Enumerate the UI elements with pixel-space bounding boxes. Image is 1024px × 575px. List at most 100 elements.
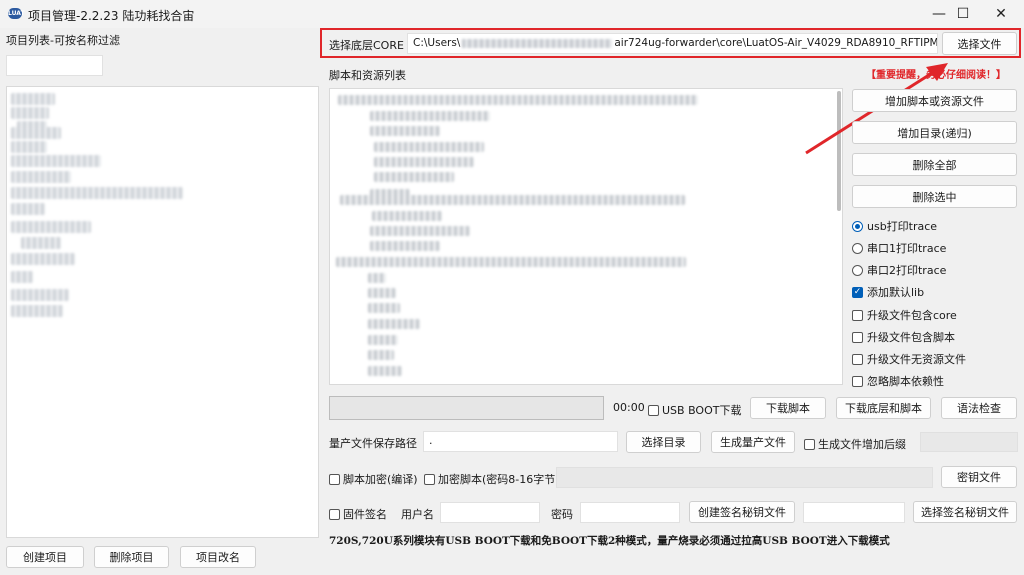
- list-item[interactable]: [11, 253, 75, 265]
- list-item[interactable]: [11, 93, 55, 105]
- create-sign-key-button[interactable]: 创建签名秘钥文件: [689, 501, 795, 523]
- download-script-button[interactable]: 下载脚本: [750, 397, 826, 419]
- checkbox-icon[interactable]: [648, 404, 659, 416]
- checkbox-icon[interactable]: [804, 438, 815, 450]
- radio-icon[interactable]: [852, 264, 863, 276]
- delete-project-button[interactable]: 删除项目: [94, 546, 169, 568]
- no-resource-checkbox[interactable]: 升级文件无资源文件: [852, 351, 966, 367]
- sign-key-path-input[interactable]: [803, 502, 905, 523]
- checkbox-icon[interactable]: [329, 508, 340, 520]
- checkbox-icon[interactable]: [852, 375, 863, 387]
- encrypt-with-key-checkbox[interactable]: 加密脚本(密码8-16字节): [424, 471, 560, 487]
- list-item[interactable]: [374, 142, 484, 152]
- list-item[interactable]: [11, 187, 183, 199]
- include-core-checkbox[interactable]: 升级文件包含core: [852, 307, 957, 323]
- list-item[interactable]: [370, 241, 440, 251]
- ignore-deps-checkbox[interactable]: 忽略脚本依赖性: [852, 373, 944, 389]
- list-item[interactable]: [368, 303, 400, 313]
- core-path-input[interactable]: C:\Users\ air724ug-forwarder\core\LuatOS-…: [407, 33, 938, 54]
- script-encrypt-checkbox[interactable]: 脚本加密(编译): [329, 471, 418, 487]
- list-item[interactable]: [368, 319, 420, 329]
- list-item[interactable]: [11, 155, 101, 167]
- list-item[interactable]: [11, 203, 45, 215]
- checkmark-icon[interactable]: ✓: [852, 286, 863, 298]
- add-default-lib-checkbox[interactable]: ✓ 添加默认lib: [852, 284, 924, 300]
- list-item[interactable]: [372, 211, 442, 221]
- usb-boot-label: USB BOOT下载: [662, 404, 742, 417]
- username-input[interactable]: [440, 502, 540, 523]
- list-item[interactable]: [370, 226, 470, 236]
- rename-project-button[interactable]: 项目改名: [180, 546, 256, 568]
- list-item[interactable]: [21, 237, 61, 249]
- project-filter-input[interactable]: [6, 55, 103, 76]
- list-item[interactable]: [374, 172, 454, 182]
- uart1-trace-radio[interactable]: 串口1打印trace: [852, 240, 946, 256]
- select-sign-key-button[interactable]: 选择签名秘钥文件: [913, 501, 1017, 523]
- delete-all-button[interactable]: 删除全部: [852, 153, 1017, 176]
- add-suffix-checkbox[interactable]: 生成文件增加后缀: [804, 436, 906, 452]
- password-label: 密码: [551, 508, 573, 521]
- list-item[interactable]: [368, 350, 394, 360]
- checkbox-icon[interactable]: [329, 473, 340, 485]
- generate-mass-file-button[interactable]: 生成量产文件: [711, 431, 795, 453]
- checkbox-icon[interactable]: [852, 353, 863, 365]
- uart2-trace-radio[interactable]: 串口2打印trace: [852, 262, 946, 278]
- select-core-file-button[interactable]: 选择文件: [942, 32, 1017, 55]
- syntax-check-button[interactable]: 语法检查: [941, 397, 1017, 419]
- usb-boot-checkbox[interactable]: USB BOOT下载: [648, 402, 741, 418]
- suffix-input[interactable]: [920, 432, 1018, 452]
- list-item[interactable]: [368, 366, 402, 376]
- usb-trace-radio[interactable]: usb打印trace: [852, 218, 937, 234]
- download-core-script-button[interactable]: 下载底层和脚本: [836, 397, 931, 419]
- scripts-list[interactable]: [329, 88, 843, 385]
- checkbox-icon[interactable]: [852, 331, 863, 343]
- scripts-list-label: 脚本和资源列表: [329, 69, 406, 82]
- script-encrypt-label: 脚本加密(编译): [343, 473, 418, 486]
- list-item[interactable]: [11, 107, 49, 119]
- close-icon[interactable]: ✕: [978, 0, 1024, 28]
- checkbox-icon[interactable]: [424, 473, 435, 485]
- encrypt-with-key-label: 加密脚本(密码8-16字节): [438, 473, 560, 486]
- app-logo-icon: LUAT: [8, 8, 25, 19]
- mass-production-label: 量产文件保存路径: [329, 437, 417, 450]
- list-item[interactable]: [11, 271, 33, 283]
- usb-trace-label: usb打印trace: [867, 220, 938, 233]
- create-project-button[interactable]: 创建项目: [6, 546, 84, 568]
- list-item[interactable]: [368, 335, 398, 345]
- add-default-lib-label: 添加默认lib: [867, 286, 925, 299]
- list-item[interactable]: [11, 127, 61, 139]
- list-item[interactable]: [11, 171, 71, 183]
- checkbox-icon[interactable]: [852, 309, 863, 321]
- list-item[interactable]: [368, 288, 396, 298]
- firmware-sign-checkbox[interactable]: 固件签名: [329, 506, 387, 522]
- list-item[interactable]: [374, 157, 474, 167]
- window-title: 项目管理-2.2.23 陆功耗找合宙: [28, 9, 195, 23]
- list-item[interactable]: [11, 289, 69, 301]
- add-script-button[interactable]: 增加脚本或资源文件: [852, 89, 1017, 112]
- list-item[interactable]: [11, 141, 47, 153]
- list-item[interactable]: [340, 195, 685, 205]
- list-item[interactable]: [11, 305, 63, 317]
- add-directory-button[interactable]: 增加目录(递归): [852, 121, 1017, 144]
- select-directory-button[interactable]: 选择目录: [626, 431, 701, 453]
- usb-boot-note: 720S,720U系列模块有USB BOOT下载和免BOOT下载2种模式，量产烧…: [329, 535, 890, 547]
- list-item[interactable]: [370, 126, 440, 136]
- mass-production-path-input[interactable]: .: [423, 431, 618, 452]
- project-list-label: 项目列表-可按名称过滤: [6, 34, 120, 47]
- key-file-button[interactable]: 密钥文件: [941, 466, 1017, 488]
- list-item[interactable]: [11, 221, 91, 233]
- include-script-checkbox[interactable]: 升级文件包含脚本: [852, 329, 955, 345]
- radio-icon[interactable]: [852, 242, 863, 254]
- list-item[interactable]: [368, 273, 386, 283]
- encrypt-key-input[interactable]: [556, 467, 933, 488]
- list-item[interactable]: [338, 95, 698, 105]
- elapsed-time: 00:00: [613, 401, 645, 414]
- core-path-end: air724ug-forwarder\core\LuatOS-Air_V4029…: [614, 37, 938, 49]
- password-input[interactable]: [580, 502, 680, 523]
- delete-selected-button[interactable]: 删除选中: [852, 185, 1017, 208]
- list-item[interactable]: [336, 257, 686, 267]
- project-list[interactable]: [6, 86, 319, 538]
- username-label: 用户名: [401, 508, 434, 521]
- radio-icon[interactable]: [852, 220, 863, 232]
- list-item[interactable]: [370, 111, 490, 121]
